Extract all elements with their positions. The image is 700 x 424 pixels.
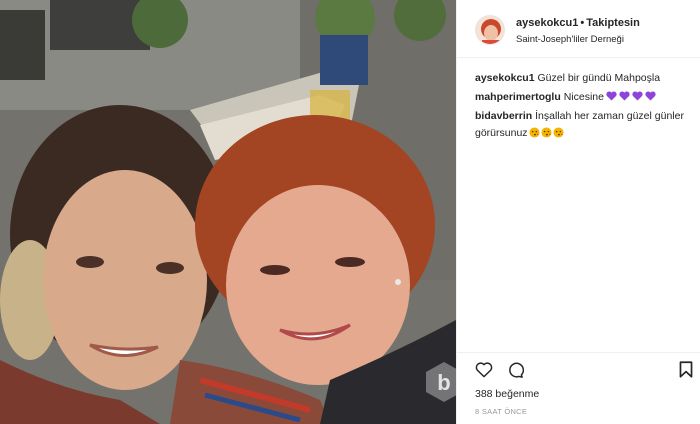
like-button[interactable] xyxy=(475,361,493,383)
post-sidebar: aysekokcu1 • Takiptesin Saint-Joseph'liler… xyxy=(456,0,700,424)
comment-username[interactable]: bidavberrin xyxy=(475,110,532,122)
follow-status[interactable]: Takiptesin xyxy=(586,17,640,29)
comment-item: aysekokcu1 Güzel bir gündü Mahpoşla xyxy=(475,70,691,87)
speech-bubble-icon xyxy=(509,362,525,378)
comment-text: Güzel bir gündü Mahpoşla xyxy=(537,72,661,84)
comment-username[interactable]: mahperimertoglu xyxy=(475,91,561,103)
purple-heart-icon xyxy=(645,91,656,101)
emoji-group xyxy=(528,127,564,139)
likes-count[interactable]: 388 beğenme xyxy=(475,388,539,400)
avatar-image xyxy=(476,16,504,44)
purple-heart-icon xyxy=(632,91,643,101)
svg-text:b: b xyxy=(437,370,450,395)
comment-item: mahperimertoglu Nicesine xyxy=(475,89,691,106)
comments-list: aysekokcu1 Güzel bir gündü Mahpoşla mahp… xyxy=(475,70,691,144)
comment-button[interactable] xyxy=(506,361,525,384)
separator-dot: • xyxy=(580,17,585,29)
kissing-face-icon xyxy=(552,127,564,138)
post-photo[interactable]: b xyxy=(0,0,456,424)
kissing-face-icon xyxy=(528,127,540,138)
selfie-image xyxy=(0,0,456,424)
post-username[interactable]: aysekokcu1 xyxy=(516,17,578,29)
post-actions: 388 beğenme 8 SAAT ÖNCE xyxy=(457,352,700,424)
bookmark-icon xyxy=(679,361,693,378)
post-location[interactable]: Saint-Joseph'liler Derneği xyxy=(516,34,624,45)
comment-text: Nicesine xyxy=(563,91,604,103)
comment-item: bidavberrin İnşallah her zaman güzel gün… xyxy=(475,108,691,142)
post-header: aysekokcu1 • Takiptesin Saint-Joseph'liler… xyxy=(457,0,700,58)
heart-outline-icon xyxy=(475,362,493,378)
watermark-logo: b xyxy=(424,360,456,404)
avatar[interactable] xyxy=(475,15,505,45)
purple-heart-icon xyxy=(606,91,617,101)
header-line: aysekokcu1 • Takiptesin xyxy=(516,17,640,29)
kissing-face-icon xyxy=(540,127,552,138)
post-timestamp: 8 SAAT ÖNCE xyxy=(475,407,528,416)
save-button[interactable] xyxy=(679,361,693,383)
emoji-group xyxy=(604,91,656,103)
comment-username[interactable]: aysekokcu1 xyxy=(475,72,535,84)
purple-heart-icon xyxy=(619,91,630,101)
